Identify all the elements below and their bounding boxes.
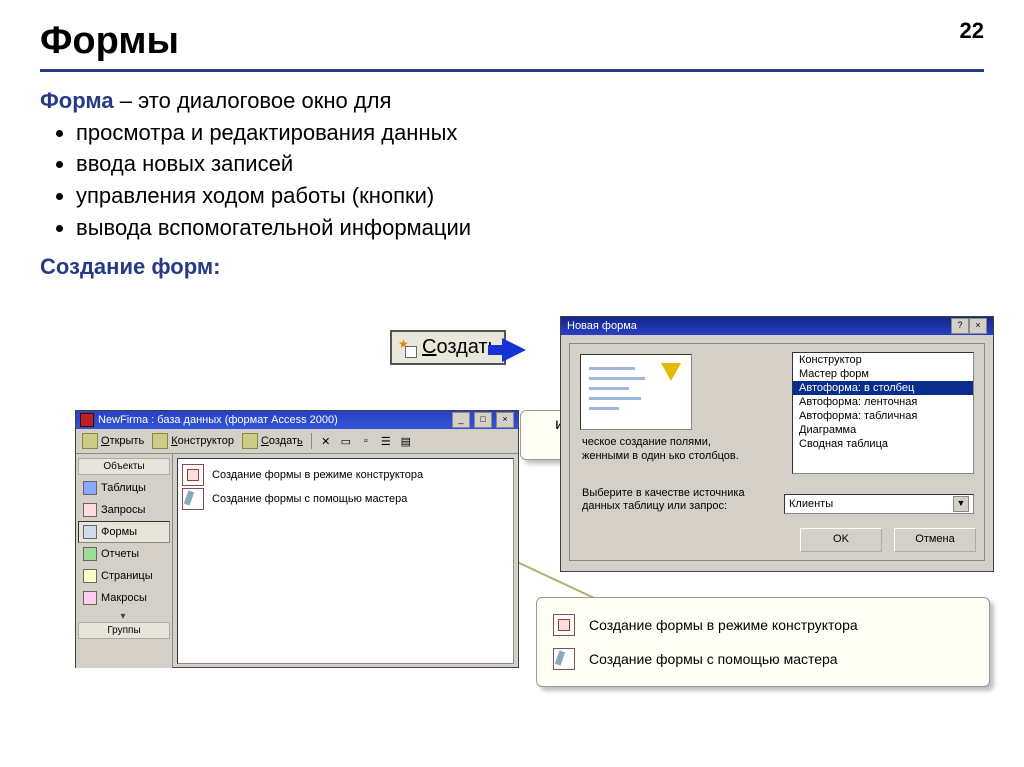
bullet-item: просмотра и редактирования данных bbox=[76, 118, 984, 148]
list-option[interactable]: Автоформа: табличная bbox=[793, 409, 973, 423]
bullet-item: вывода вспомогательной информации bbox=[76, 213, 984, 243]
db-toolbar: Открыть Конструктор Создать ✕ ▭ ▫ ☰ ▤ bbox=[76, 429, 518, 454]
details-icon[interactable]: ▤ bbox=[400, 435, 412, 447]
source-combobox[interactable]: Клиенты ▼ bbox=[784, 494, 974, 514]
create-button-label: Создать bbox=[422, 336, 498, 359]
sidebar-item-queries[interactable]: Запросы bbox=[78, 499, 170, 521]
slide-title: Формы bbox=[40, 20, 984, 63]
option-description: ческое создание полями, женными в один ь… bbox=[582, 436, 752, 464]
zoom-label: Создание формы с помощью мастера bbox=[589, 651, 838, 667]
sidebar-item-forms[interactable]: Формы bbox=[78, 521, 170, 543]
form-wizard-icon bbox=[553, 648, 575, 670]
dialog-title-text: Новая форма bbox=[567, 320, 637, 332]
query-icon bbox=[83, 503, 97, 517]
combo-value: Клиенты bbox=[789, 498, 833, 510]
source-label: Выберите в качестве источника данных таб… bbox=[582, 487, 782, 515]
list-option-selected[interactable]: Автоформа: в столбец bbox=[793, 381, 973, 395]
form-icon bbox=[83, 525, 97, 539]
list-item[interactable]: Создание формы с помощью мастера bbox=[182, 487, 509, 511]
help-button[interactable]: ? bbox=[951, 318, 969, 334]
macro-icon bbox=[83, 591, 97, 605]
sidebar-header-objects: Объекты bbox=[78, 458, 170, 475]
form-type-list[interactable]: Конструктор Мастер форм Автоформа: в сто… bbox=[792, 352, 974, 474]
new-icon bbox=[242, 433, 258, 449]
table-icon bbox=[83, 481, 97, 495]
bullet-item: управления ходом работы (кнопки) bbox=[76, 181, 984, 211]
bullet-item: ввода новых записей bbox=[76, 149, 984, 179]
database-window: NewFirma : база данных (формат Access 20… bbox=[75, 410, 519, 668]
open-button[interactable]: Открыть bbox=[82, 433, 144, 449]
list-option[interactable]: Конструктор bbox=[793, 353, 973, 367]
designer-button[interactable]: Конструктор bbox=[152, 433, 234, 449]
zoom-row[interactable]: Создание формы в режиме конструктора bbox=[553, 608, 973, 642]
list-option[interactable]: Автоформа: ленточная bbox=[793, 395, 973, 409]
minimize-button[interactable]: _ bbox=[452, 412, 470, 428]
list-option[interactable]: Диаграмма bbox=[793, 423, 973, 437]
bullet-list: просмотра и редактирования данных ввода … bbox=[76, 118, 984, 243]
title-divider bbox=[40, 69, 984, 72]
arrow-icon bbox=[502, 338, 526, 362]
form-designer-icon bbox=[553, 614, 575, 636]
page-icon bbox=[83, 569, 97, 583]
list-icon[interactable]: ☰ bbox=[380, 435, 392, 447]
list-option[interactable]: Сводная таблица bbox=[793, 437, 973, 451]
db-list: Создание формы в режиме конструктора Соз… bbox=[177, 458, 514, 664]
list-item[interactable]: Создание формы в режиме конструктора bbox=[182, 463, 509, 487]
small-icons-icon[interactable]: ▫ bbox=[360, 435, 372, 447]
new-icon bbox=[398, 339, 416, 357]
form-designer-icon bbox=[182, 464, 204, 486]
sidebar-item-reports[interactable]: Отчеты bbox=[78, 543, 170, 565]
sidebar-item-pages[interactable]: Страницы bbox=[78, 565, 170, 587]
definition-rest: – это диалоговое окно для bbox=[114, 88, 392, 113]
dropdown-icon[interactable]: ▼ bbox=[953, 496, 969, 512]
delete-icon[interactable]: ✕ bbox=[320, 435, 332, 447]
ok-button[interactable]: OK bbox=[800, 528, 882, 552]
app-icon bbox=[80, 413, 94, 427]
maximize-button[interactable]: □ bbox=[474, 412, 492, 428]
sidebar-item-tables[interactable]: Таблицы bbox=[78, 477, 170, 499]
close-button[interactable]: × bbox=[496, 412, 514, 428]
lightning-icon bbox=[661, 363, 681, 381]
more-indicator[interactable]: ▾ bbox=[78, 609, 170, 622]
close-button[interactable]: × bbox=[969, 318, 987, 334]
sidebar-item-macros[interactable]: Макросы bbox=[78, 587, 170, 609]
open-icon bbox=[82, 433, 98, 449]
window-titlebar: NewFirma : база данных (формат Access 20… bbox=[76, 411, 518, 429]
new-form-dialog: Новая форма ? × Конструктор Мастер форм … bbox=[560, 316, 994, 572]
definition-text: Форма – это диалоговое окно для bbox=[40, 86, 984, 116]
report-icon bbox=[83, 547, 97, 561]
term-form: Форма bbox=[40, 88, 114, 113]
page-number: 22 bbox=[960, 18, 984, 44]
form-preview bbox=[580, 354, 692, 430]
zoom-callout: Создание формы в режиме конструктора Соз… bbox=[536, 597, 990, 687]
large-icons-icon[interactable]: ▭ bbox=[340, 435, 352, 447]
separator bbox=[311, 433, 312, 449]
list-option[interactable]: Мастер форм bbox=[793, 367, 973, 381]
dialog-titlebar: Новая форма ? × bbox=[561, 317, 993, 335]
window-title-text: NewFirma : база данных (формат Access 20… bbox=[98, 414, 338, 426]
zoom-label: Создание формы в режиме конструктора bbox=[589, 617, 858, 633]
creation-heading: Создание форм: bbox=[40, 252, 984, 282]
form-wizard-icon bbox=[182, 488, 204, 510]
create-button[interactable]: Создать bbox=[242, 433, 303, 449]
db-sidebar: Объекты Таблицы Запросы Формы Отчеты Стр… bbox=[76, 454, 173, 668]
cancel-button[interactable]: Отмена bbox=[894, 528, 976, 552]
designer-icon bbox=[152, 433, 168, 449]
sidebar-header-groups: Группы bbox=[78, 622, 170, 639]
zoom-row[interactable]: Создание формы с помощью мастера bbox=[553, 642, 973, 676]
